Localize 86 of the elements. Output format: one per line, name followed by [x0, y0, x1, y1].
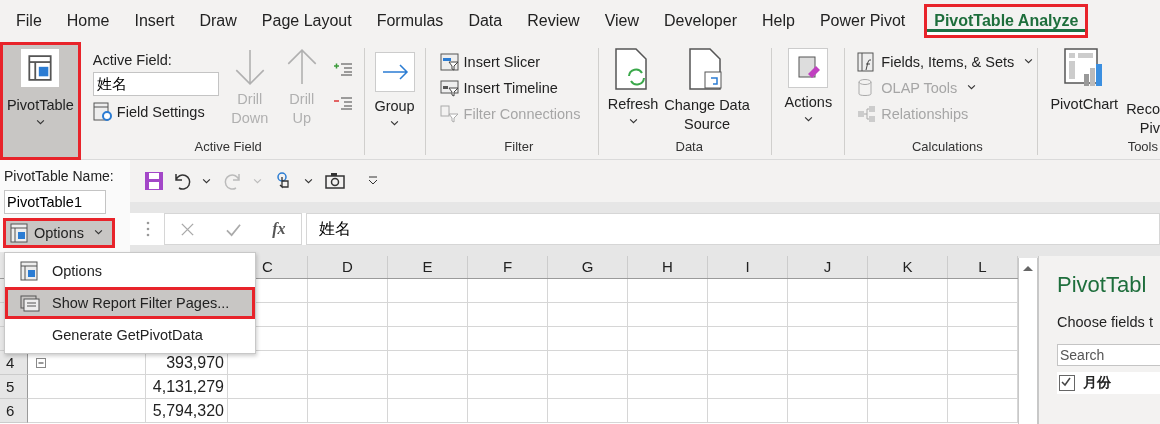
- chevron-icon[interactable]: [202, 178, 211, 184]
- expand-field-icon[interactable]: [332, 62, 353, 76]
- column-header[interactable]: D: [308, 256, 388, 278]
- column-header[interactable]: H: [628, 256, 708, 278]
- ribbon-tab[interactable]: Help: [751, 4, 805, 38]
- ribbon-tab[interactable]: PivotTable Analyze: [924, 4, 1089, 38]
- group-label: Calculations: [910, 139, 984, 155]
- checkbox[interactable]: [1059, 375, 1075, 391]
- column-header[interactable]: I: [708, 256, 788, 278]
- column-header[interactable]: F: [468, 256, 548, 278]
- slicer-icon: [439, 52, 460, 72]
- pivottable-icon: [21, 49, 60, 87]
- actions-icon: [788, 48, 829, 88]
- ribbon-tab[interactable]: Formulas: [366, 4, 454, 38]
- ribbon-tab[interactable]: Insert: [124, 4, 185, 38]
- pane-subtitle: Choose fields t: [1057, 314, 1154, 330]
- options-icon: [20, 261, 40, 281]
- collapse-field-icon[interactable]: [332, 96, 353, 110]
- save-icon[interactable]: [144, 171, 164, 191]
- column-header[interactable]: G: [548, 256, 628, 278]
- group-label: Tools: [1126, 139, 1159, 155]
- options-icon: [10, 223, 30, 243]
- ribbon-tab[interactable]: Data: [458, 4, 513, 38]
- formula-input[interactable]: 姓名: [306, 213, 1160, 245]
- group-label: Filter: [503, 139, 535, 155]
- column-header[interactable]: E: [388, 256, 468, 278]
- actions-button[interactable]: Actions: [784, 48, 833, 122]
- field-label: 月份: [1083, 374, 1111, 392]
- undo-icon[interactable]: [172, 171, 192, 191]
- refresh-button[interactable]: Refresh: [607, 48, 660, 124]
- ribbon-tab[interactable]: Draw: [189, 4, 247, 38]
- grip-icon: [146, 221, 150, 237]
- check-icon[interactable]: [226, 221, 242, 237]
- chevron-icon: [94, 229, 103, 235]
- table-cell: 5,794,320: [146, 399, 228, 423]
- insert-function-button[interactable]: fx: [272, 220, 286, 238]
- pivottable-name-label: PivotTable Name:: [4, 168, 115, 184]
- group-label: Active Field: [193, 139, 263, 155]
- pane-title: PivotTabl: [1057, 272, 1148, 298]
- ribbon-tab[interactable]: Review: [517, 4, 590, 38]
- row-header[interactable]: 5: [0, 375, 28, 399]
- filter-connections-icon: [439, 104, 460, 124]
- pages-icon: [20, 293, 40, 313]
- calculation-command[interactable]: Fields, Items, & Sets: [857, 52, 1034, 72]
- pivotchart-button[interactable]: PivotChart: [1050, 48, 1119, 112]
- table-cell: 4,131,279: [146, 375, 228, 399]
- field-settings-button[interactable]: Field Settings: [92, 102, 223, 122]
- options-button[interactable]: Options: [3, 218, 115, 248]
- ribbon-tab[interactable]: Page Layout: [251, 4, 362, 38]
- chart-icon: [1064, 48, 1105, 88]
- chevron-icon: [390, 120, 400, 126]
- chevron-icon: [967, 84, 977, 90]
- camera-icon[interactable]: [325, 171, 345, 191]
- change-data-source-button[interactable]: Change Data Source: [661, 48, 754, 134]
- timeline-icon: [439, 78, 460, 98]
- column-header[interactable]: J: [788, 256, 868, 278]
- chevron-icon: [1024, 58, 1034, 64]
- column-header[interactable]: K: [868, 256, 948, 278]
- menu-item[interactable]: Generate GetPivotData: [5, 319, 255, 351]
- ribbon-tab[interactable]: Home: [56, 4, 120, 38]
- collapse-icon[interactable]: [36, 357, 46, 368]
- menu-item[interactable]: Show Report Filter Pages...: [5, 287, 255, 319]
- filter-command[interactable]: Insert Slicer: [439, 52, 541, 72]
- vertical-scrollbar[interactable]: [1018, 258, 1038, 424]
- chevron-icon: [803, 116, 813, 122]
- filter-command[interactable]: Insert Timeline: [439, 78, 558, 98]
- ribbon-tab[interactable]: View: [594, 4, 650, 38]
- chevron-icon[interactable]: [304, 178, 313, 184]
- ribbon-tab[interactable]: Power Pivot: [809, 4, 916, 38]
- ribbon-tab[interactable]: File: [6, 4, 52, 38]
- group-button[interactable]: Group: [374, 52, 415, 126]
- active-field-input[interactable]: 姓名: [92, 72, 219, 96]
- row-header[interactable]: 6: [0, 399, 28, 423]
- relationships-icon: [857, 104, 878, 124]
- pivottable-name-input[interactable]: PivotTable1: [4, 190, 106, 214]
- field-settings-icon: [92, 102, 113, 122]
- active-field-label: Active Field:: [92, 52, 173, 68]
- group-label: Data: [674, 139, 704, 155]
- chevron-icon: [35, 119, 45, 125]
- pivottable-button[interactable]: PivotTable: [0, 42, 81, 160]
- ribbon-tab[interactable]: Developer: [654, 4, 747, 38]
- search-field[interactable]: Search: [1057, 344, 1160, 366]
- recommended-pivottables-button[interactable]: Reco Piv: [1126, 48, 1160, 138]
- chevron-icon: [628, 118, 638, 124]
- customize-toolbar-icon[interactable]: [367, 176, 379, 186]
- field-list-item[interactable]: 月份: [1057, 372, 1160, 394]
